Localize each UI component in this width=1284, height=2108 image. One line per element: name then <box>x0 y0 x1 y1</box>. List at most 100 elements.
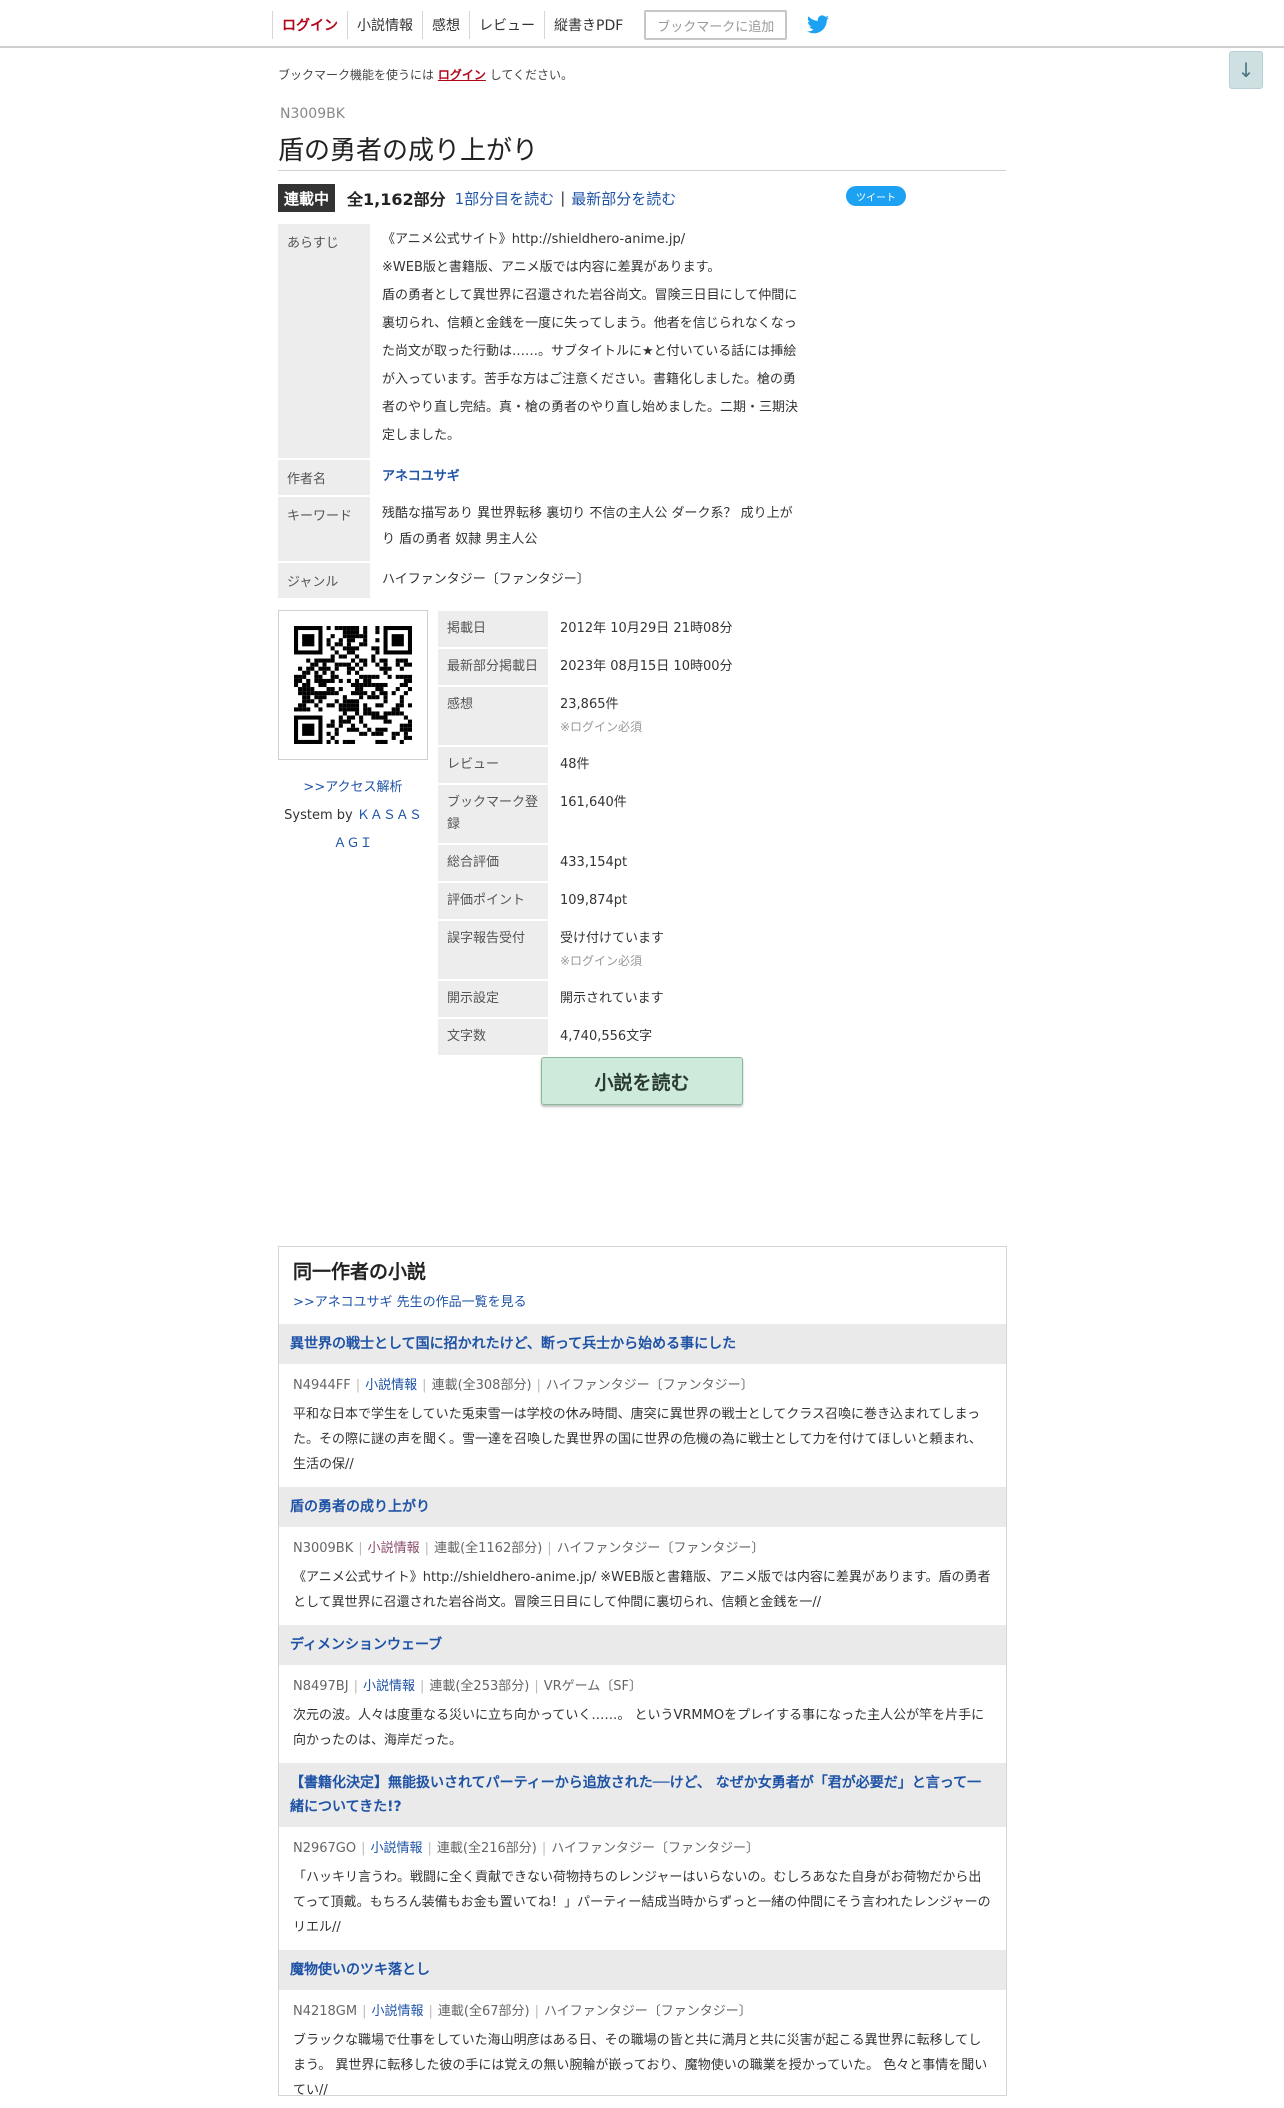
stats-value-cell: 4,740,556文字 <box>548 1019 808 1055</box>
stats-value-cell: 109,874pt <box>548 883 808 919</box>
work-title-link[interactable]: 異世界の戦士として国に招かれたけど、断って兵士から始める事にした <box>279 1324 1006 1364</box>
author-label: 作者名 <box>278 460 370 495</box>
twitter-bird-icon[interactable] <box>805 13 831 37</box>
meta-separator: | <box>427 1841 432 1856</box>
same-author-title: 同一作者の小説 <box>293 1261 427 1283</box>
stats-label: レビュー <box>438 747 548 783</box>
nav-novel-info-link[interactable]: 小説情報 <box>347 11 422 39</box>
qr-code-icon <box>294 626 412 744</box>
stats-row: 誤字報告受付 受け付けています ※ログイン必須 <box>438 921 808 979</box>
work-summary: 平和な日本で学生をしていた兎束雪一は学校の休み時間、唐突に異世界の戦士としてクラ… <box>293 1407 982 1472</box>
meta-separator: | <box>355 1378 361 1393</box>
work-genre: ハイファンタジー〔ファンタジー〕 <box>543 2004 752 2019</box>
work-genre: ハイファンタジー〔ファンタジー〕 <box>556 1541 765 1556</box>
stats-value-cell: 2023年 08月15日 10時00分 <box>548 649 808 685</box>
access-analysis: >>アクセス解析 System by ＫＡＳＡＳＡＧＩ <box>278 774 428 858</box>
work-meta: N8497BJ | 小説情報 | 連載(全253部分) | VRゲーム〔SF〕 <box>279 1665 1006 1699</box>
nav-impression-link[interactable]: 感想 <box>422 11 469 39</box>
stats-note: ※ログイン必須 <box>560 954 643 968</box>
stats-value-cell: 受け付けています ※ログイン必須 <box>548 921 808 979</box>
work-title-link[interactable]: ディメンションウェーブ <box>279 1625 1006 1665</box>
work-meta: N2967GO | 小説情報 | 連載(全216部分) | ハイファンタジー〔ファンタジー〕 <box>279 1827 1006 1861</box>
stats-value-cell: 23,865件 ※ログイン必須 <box>548 687 808 745</box>
stats-label: ブックマーク登録 <box>438 785 548 843</box>
read-latest-part-link[interactable]: 最新部分を読む <box>571 188 676 209</box>
work-info-link[interactable]: 小説情報 <box>363 1679 415 1694</box>
genre-label: ジャンル <box>278 563 370 598</box>
notice-text-after: してください。 <box>489 68 573 82</box>
work-summary: 次元の波。人々は度重なる災いに立ち向かっていく……。 というVRMMOをプレイす… <box>293 1708 985 1748</box>
author-link[interactable]: アネコユサギ <box>382 469 460 484</box>
stats-value-cell: 433,154pt <box>548 845 808 881</box>
author-row: 作者名 アネコユサギ <box>278 460 810 495</box>
meta-separator: | <box>358 1541 363 1556</box>
keyword-label: キーワード <box>278 497 370 561</box>
novel-stats-table: 掲載日 2012年 10月29日 21時08分 最新部分掲載日 2023年 08月15… <box>438 609 808 1057</box>
stats-row: 総合評価 433,154pt <box>438 845 808 881</box>
status-row: 連載中 全1,162部分 1部分目を読む | 最新部分を読む <box>278 184 676 212</box>
genre-row: ジャンル ハイファンタジー〔ファンタジー〕 <box>278 563 810 598</box>
stats-value: 161,640件 <box>560 795 627 810</box>
work-title-link[interactable]: 魔物使いのツキ落とし <box>279 1950 1006 1990</box>
work-genre: ハイファンタジー〔ファンタジー〕 <box>545 1378 754 1393</box>
login-notice: ブックマーク機能を使うには ログイン してください。 <box>278 66 573 83</box>
stats-row: 開示設定 開示されています <box>438 981 808 1017</box>
work-status: 連載(全308部分) <box>431 1378 532 1393</box>
stats-label: 評価ポイント <box>438 883 548 919</box>
system-by-label: System by <box>284 808 353 823</box>
stats-value: 23,865件 <box>560 697 619 712</box>
stats-label: 最新部分掲載日 <box>438 649 548 685</box>
meta-separator: | <box>361 1841 366 1856</box>
stats-note: ※ログイン必須 <box>560 720 643 734</box>
synopsis-text: 《アニメ公式サイト》http://shieldhero-anime.jp/ ※W… <box>382 232 799 443</box>
scroll-down-button[interactable]: ↓ <box>1229 51 1263 89</box>
access-analysis-link[interactable]: >>アクセス解析 <box>303 780 402 795</box>
work-info-link[interactable]: 小説情報 <box>371 1841 423 1856</box>
novel-info-table: あらすじ 《アニメ公式サイト》http://shieldhero-anime.j… <box>278 222 810 600</box>
meta-separator: | <box>547 1541 552 1556</box>
read-novel-button[interactable]: 小説を読む <box>541 1057 743 1105</box>
nav-review-link[interactable]: レビュー <box>469 11 544 39</box>
stats-label: 総合評価 <box>438 845 548 881</box>
work-genre: VRゲーム〔SF〕 <box>543 1679 642 1694</box>
work-summary: 「ハッキリ言うわ。戦闘に全く貢献できない荷物持ちのレンジャーはいらないの。むしろ… <box>293 1870 991 1935</box>
work-ncode: N3009BK <box>293 1541 354 1556</box>
work-title-link[interactable]: 【書籍化決定】無能扱いされてパーティーから追放された──けど、 なぜか女勇者が「… <box>279 1763 1006 1827</box>
keywords-text: 残酷な描写あり 異世界転移 裏切り 不信の主人公 ダーク系？ 成り上がり 盾の勇… <box>382 506 793 547</box>
work-status: 連載(全1162部分) <box>434 1541 543 1556</box>
stats-row: 掲載日 2012年 10月29日 21時08分 <box>438 611 808 647</box>
author-works-list-link[interactable]: >>アネコユサギ 先生の作品一覧を見る <box>293 1291 527 1310</box>
read-first-part-link[interactable]: 1部分目を読む <box>455 188 555 209</box>
stats-value-cell: 48件 <box>548 747 808 783</box>
work-meta: N4218GM | 小説情報 | 連載(全67部分) | ハイファンタジー〔ファンタジー〕 <box>279 1990 1006 2024</box>
same-author-section: 同一作者の小説 >>アネコユサギ 先生の作品一覧を見る 異世界の戦士として国に招… <box>278 1246 1007 2098</box>
work-genre: ハイファンタジー〔ファンタジー〕 <box>551 1841 760 1856</box>
work-info-link[interactable]: 小説情報 <box>368 1541 420 1556</box>
synopsis-label: あらすじ <box>278 224 370 458</box>
nav-login-link[interactable]: ログイン <box>272 11 347 39</box>
tweet-button[interactable]: ツイート <box>846 186 906 206</box>
stats-value-cell: 161,640件 <box>548 785 808 843</box>
work-info-link[interactable]: 小説情報 <box>365 1378 417 1393</box>
meta-separator: | <box>422 1378 427 1393</box>
nav-vertical-pdf-link[interactable]: 縦書きPDF <box>544 11 632 39</box>
stats-row: 文字数 4,740,556文字 <box>438 1019 808 1055</box>
work-status: 連載(全253部分) <box>429 1679 530 1694</box>
work-status: 連載(全67部分) <box>437 2004 530 2019</box>
meta-separator: | <box>428 2004 433 2019</box>
work-ncode: N2967GO <box>293 1841 357 1856</box>
stats-label: 掲載日 <box>438 611 548 647</box>
add-bookmark-button[interactable]: ブックマークに追加 <box>644 10 788 40</box>
meta-separator: | <box>353 1679 358 1694</box>
work-info-link[interactable]: 小説情報 <box>372 2004 424 2019</box>
stats-value: 2023年 08月15日 10時00分 <box>560 659 733 674</box>
notice-text-before: ブックマーク機能を使うには <box>278 68 435 82</box>
nav-inner: ログイン 小説情報 感想 レビュー 縦書きPDF ブックマークに追加 <box>272 10 831 40</box>
novel-code: N3009BK <box>280 106 345 122</box>
meta-separator: | <box>424 1541 430 1556</box>
stats-value: 48件 <box>560 757 590 772</box>
notice-login-link[interactable]: ログイン <box>438 68 486 82</box>
work-title-link[interactable]: 盾の勇者の成り上がり <box>279 1487 1006 1527</box>
meta-separator: | <box>536 1378 541 1393</box>
stats-row: 最新部分掲載日 2023年 08月15日 10時00分 <box>438 649 808 685</box>
